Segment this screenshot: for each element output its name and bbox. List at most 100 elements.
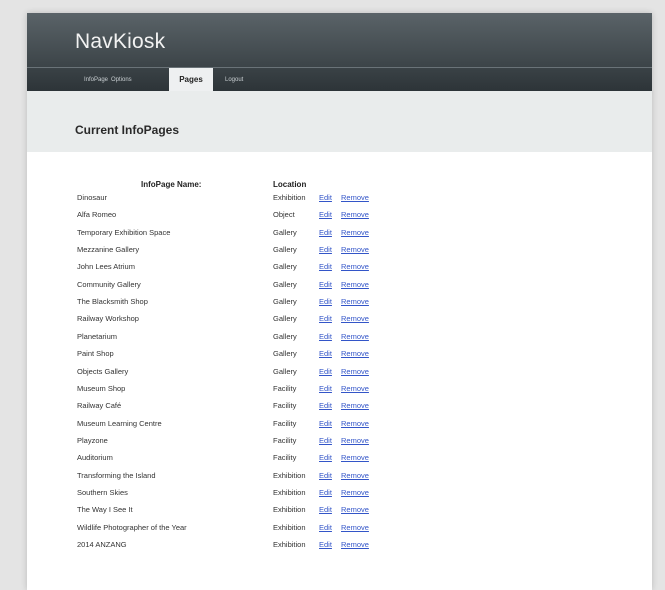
- table-row: Community Gallery Gallery Edit Remove: [27, 276, 652, 293]
- infopage-name: John Lees Atrium: [77, 262, 135, 272]
- infopage-location: Exhibition: [273, 540, 306, 549]
- remove-link[interactable]: Remove: [341, 432, 369, 449]
- infopage-name: Mezzanine Gallery: [77, 245, 140, 255]
- table-row: Temporary Exhibition Space Gallery Edit Rem…: [27, 224, 652, 241]
- nav-item-options[interactable]: Options: [111, 68, 132, 91]
- edit-link[interactable]: Edit: [319, 536, 332, 553]
- table-row: The Way I See It Exhibition Edit Remove: [27, 501, 652, 518]
- nav-item-pages[interactable]: Pages: [169, 68, 213, 91]
- remove-link[interactable]: Remove: [341, 258, 369, 275]
- edit-link[interactable]: Edit: [319, 206, 332, 223]
- infopage-location: Gallery: [273, 262, 297, 272]
- infopage-location: Gallery: [273, 297, 297, 307]
- edit-link[interactable]: Edit: [319, 293, 332, 310]
- remove-link[interactable]: Remove: [341, 276, 369, 293]
- edit-link[interactable]: Edit: [319, 224, 332, 241]
- table-row: Railway Workshop Gallery Edit Remove: [27, 310, 652, 327]
- table-row: Southern Skies Exhibition Edit Remove: [27, 484, 652, 501]
- infopage-location: Object: [273, 210, 295, 220]
- remove-link[interactable]: Remove: [341, 241, 369, 258]
- edit-link[interactable]: Edit: [319, 276, 332, 293]
- remove-link[interactable]: Remove: [341, 519, 369, 536]
- remove-link[interactable]: Remove: [341, 189, 369, 206]
- infopage-location: Exhibition: [273, 193, 306, 202]
- nav-item-logout[interactable]: Logout: [225, 68, 243, 91]
- table-row: Museum Shop Facility Edit Remove: [27, 380, 652, 397]
- remove-link[interactable]: Remove: [341, 449, 369, 466]
- remove-link[interactable]: Remove: [341, 397, 369, 414]
- table-row: Objects Gallery Gallery Edit Remove: [27, 363, 652, 380]
- infopage-location: Gallery: [273, 245, 297, 255]
- remove-link[interactable]: Remove: [341, 380, 369, 397]
- edit-link[interactable]: Edit: [319, 484, 332, 501]
- infopage-name: 2014 ANZANG: [77, 540, 127, 549]
- edit-link[interactable]: Edit: [319, 328, 332, 345]
- infopage-location: Gallery: [273, 227, 297, 237]
- edit-link[interactable]: Edit: [319, 258, 332, 275]
- table-row: Railway Café Facility Edit Remove: [27, 397, 652, 414]
- infopage-name: Objects Gallery: [77, 366, 129, 376]
- table-row: John Lees Atrium Gallery Edit Remove: [27, 258, 652, 275]
- infopage-location: Gallery: [273, 314, 297, 324]
- remove-link[interactable]: Remove: [341, 415, 369, 432]
- edit-link[interactable]: Edit: [319, 345, 332, 362]
- infopage-name: Museum Shop: [77, 383, 126, 393]
- column-header-location: Location: [273, 180, 307, 189]
- infopage-name: Alfa Romeo: [77, 210, 117, 220]
- remove-link[interactable]: Remove: [341, 293, 369, 310]
- infopage-location: Facility: [273, 383, 297, 393]
- infopage-name: Paint Shop: [77, 349, 114, 359]
- infopage-name: Railway Café: [77, 401, 122, 411]
- infopage-location: Exhibition: [273, 470, 306, 480]
- edit-link[interactable]: Edit: [319, 449, 332, 466]
- table-row: Wildlife Photographer of the Year Exhibit…: [27, 519, 652, 536]
- infopage-location: Gallery: [273, 331, 297, 341]
- remove-link[interactable]: Remove: [341, 224, 369, 241]
- infopage-location: Gallery: [273, 366, 297, 376]
- edit-link[interactable]: Edit: [319, 241, 332, 258]
- edit-link[interactable]: Edit: [319, 519, 332, 536]
- remove-link[interactable]: Remove: [341, 328, 369, 345]
- nav-bar: InfoPage Options Pages Logout: [27, 67, 652, 91]
- remove-link[interactable]: Remove: [341, 206, 369, 223]
- remove-link[interactable]: Remove: [341, 501, 369, 518]
- table-row: Museum Learning Centre Facility Edit Remove: [27, 415, 652, 432]
- infopage-location: Facility: [273, 453, 297, 463]
- infopage-name: Wildlife Photographer of the Year: [77, 522, 187, 532]
- remove-link[interactable]: Remove: [341, 345, 369, 362]
- edit-link[interactable]: Edit: [319, 501, 332, 518]
- section-title: Current InfoPages: [75, 123, 180, 137]
- edit-link[interactable]: Edit: [319, 397, 332, 414]
- section-header: Current InfoPages: [27, 91, 652, 152]
- infopage-name: Playzone: [77, 435, 108, 445]
- infopage-location: Gallery: [273, 349, 297, 359]
- remove-link[interactable]: Remove: [341, 363, 369, 380]
- edit-link[interactable]: Edit: [319, 432, 332, 449]
- infopage-name: Auditorium: [77, 453, 113, 463]
- infopage-name: Dinosaur: [77, 193, 108, 202]
- infopage-location: Exhibition: [273, 487, 306, 497]
- remove-link[interactable]: Remove: [341, 310, 369, 327]
- remove-link[interactable]: Remove: [341, 536, 369, 553]
- infopage-location: Gallery: [273, 279, 297, 289]
- edit-link[interactable]: Edit: [319, 363, 332, 380]
- table-row: Auditorium Facility Edit Remove: [27, 449, 652, 466]
- infopage-name: Planetarium: [77, 331, 118, 341]
- table-row: Dinosaur Exhibition Edit Remove: [27, 189, 652, 206]
- infopage-location: Facility: [273, 435, 297, 445]
- table-row: 2014 ANZANG Exhibition Edit Remove: [27, 536, 652, 553]
- edit-link[interactable]: Edit: [319, 189, 332, 206]
- edit-link[interactable]: Edit: [319, 380, 332, 397]
- infopage-location: Exhibition: [273, 522, 306, 532]
- column-header-name: InfoPage Name:: [141, 180, 202, 189]
- infopage-name: The Blacksmith Shop: [77, 297, 148, 307]
- remove-link[interactable]: Remove: [341, 467, 369, 484]
- infopage-location: Facility: [273, 418, 297, 428]
- edit-link[interactable]: Edit: [319, 415, 332, 432]
- edit-link[interactable]: Edit: [319, 310, 332, 327]
- table-row: Playzone Facility Edit Remove: [27, 432, 652, 449]
- remove-link[interactable]: Remove: [341, 484, 369, 501]
- edit-link[interactable]: Edit: [319, 467, 332, 484]
- nav-item-infopage[interactable]: InfoPage: [84, 68, 108, 91]
- app-header: NavKiosk: [27, 13, 652, 67]
